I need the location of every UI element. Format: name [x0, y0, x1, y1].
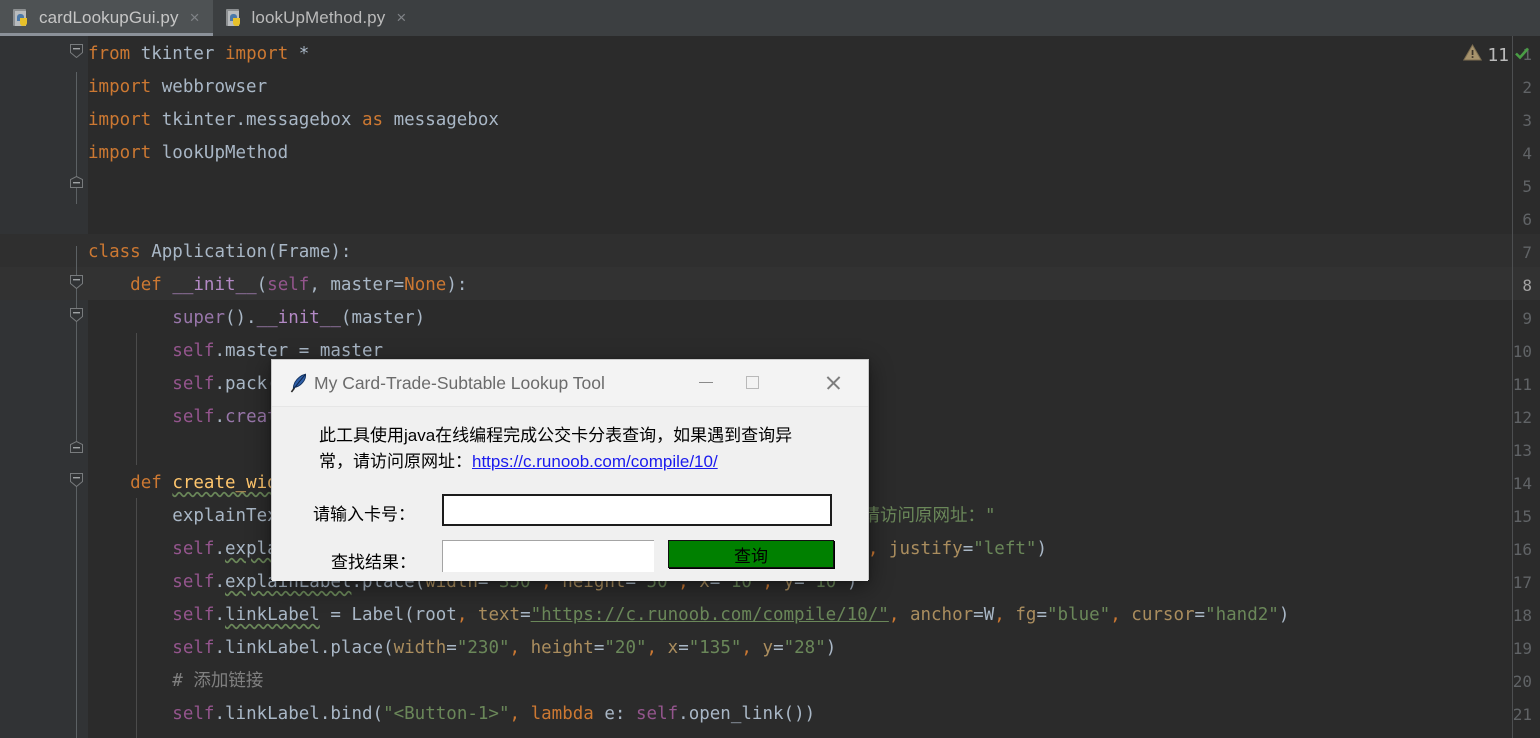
line-number: 15: [1512, 507, 1532, 526]
code-line-2[interactable]: import webbrowser: [88, 71, 267, 104]
green-check-icon[interactable]: [1514, 45, 1530, 66]
tkinter-feather-icon: [288, 372, 310, 394]
tab-cardLookupGui-py[interactable]: cardLookupGui.py ×: [0, 0, 213, 36]
warning-triangle-icon: [1463, 44, 1483, 66]
tab-close-icon[interactable]: ×: [393, 9, 409, 28]
line-number: 19: [1512, 639, 1532, 658]
editor-tab-bar: cardLookupGui.py × lookUpMethod.py ×: [0, 0, 1540, 36]
fold-marker-collapse[interactable]: [70, 473, 83, 487]
line-number: 5: [1522, 177, 1532, 196]
code-line-9[interactable]: super().__init__(master): [88, 302, 425, 335]
line-number: 3: [1522, 111, 1532, 130]
result-input[interactable]: [442, 540, 654, 572]
tab-label: lookUpMethod.py: [251, 8, 386, 27]
line-number: 10: [1512, 342, 1532, 361]
line-number: 14: [1512, 474, 1532, 493]
fold-region-line: [76, 477, 77, 738]
fold-marker-collapse[interactable]: [70, 441, 83, 454]
card-number-label: 请输入卡号：: [313, 505, 415, 524]
line-number: 21: [1512, 705, 1532, 724]
code-line-1[interactable]: from tkinter import *: [88, 38, 309, 71]
line-number: 4: [1522, 144, 1532, 163]
query-button-label: 查询: [734, 546, 768, 566]
code-line-11[interactable]: self.pack(): [88, 368, 288, 401]
code-line-19[interactable]: self.linkLabel.place(width="230", height…: [88, 632, 836, 665]
tab-lookUpMethod-py[interactable]: lookUpMethod.py ×: [213, 0, 420, 36]
line-number: 20: [1512, 672, 1532, 691]
line-number: 18: [1512, 606, 1532, 625]
close-button[interactable]: [810, 360, 856, 405]
tab-close-icon[interactable]: ×: [187, 9, 203, 28]
python-file-icon: [12, 8, 31, 28]
line-number: 13: [1512, 441, 1532, 460]
code-line-4[interactable]: import lookUpMethod: [88, 137, 288, 170]
dialog-title-bar[interactable]: My Card-Trade-Subtable Lookup Tool: [272, 360, 868, 407]
explanation-line-2: 常，请访问原网址：: [319, 452, 472, 471]
line-number: 2: [1522, 78, 1532, 97]
line-number: 12: [1512, 408, 1532, 427]
code-line-21[interactable]: self.linkLabel.bind("<Button-1>", lambda…: [88, 698, 815, 731]
ide-screenshot: cardLookupGui.py × lookUpMethod.py × 1 2…: [0, 0, 1540, 738]
line-number: 7: [1522, 243, 1532, 262]
inspection-count: 11: [1487, 44, 1509, 66]
result-label: 查找结果：: [331, 553, 416, 572]
code-line-18[interactable]: self.linkLabel = Label(root, text="https…: [88, 599, 1289, 632]
line-number-current: 8: [1522, 276, 1532, 295]
python-file-icon: [225, 8, 244, 28]
line-number: 6: [1522, 210, 1532, 229]
card-number-input[interactable]: [442, 494, 832, 526]
explanation-text: 此工具使用java在线编程完成公交卡分表查询，如果遇到查询异 常，请访问原网址：…: [319, 423, 839, 475]
explanation-line-1: 此工具使用java在线编程完成公交卡分表查询，如果遇到查询异: [319, 426, 793, 445]
code-line-3[interactable]: import tkinter.messagebox as messagebox: [88, 104, 499, 137]
maximize-button[interactable]: [729, 360, 775, 405]
line-number: 16: [1512, 540, 1532, 559]
maximize-icon: [745, 376, 759, 389]
dialog-title: My Card-Trade-Subtable Lookup Tool: [314, 373, 605, 393]
code-line-7[interactable]: class Application(Frame):: [88, 236, 351, 269]
tab-label: cardLookupGui.py: [39, 8, 179, 27]
runoob-link[interactable]: https://c.runoob.com/compile/10/: [472, 452, 718, 471]
code-line-8[interactable]: def __init__(self, master=None):: [88, 269, 467, 302]
line-number: 9: [1522, 309, 1532, 328]
code-line-20[interactable]: # 添加链接: [88, 665, 263, 698]
fold-marker-collapse[interactable]: [70, 44, 83, 58]
query-button[interactable]: 查询: [668, 540, 834, 568]
close-icon: [825, 374, 842, 391]
fold-marker-collapse[interactable]: [70, 275, 83, 289]
line-number: 17: [1512, 573, 1532, 592]
line-number: 11: [1512, 375, 1532, 394]
minimize-icon: [699, 381, 713, 384]
line-number-gutter[interactable]: [0, 36, 64, 738]
minimize-button[interactable]: [683, 360, 729, 405]
fold-marker-collapse[interactable]: [70, 308, 83, 322]
inspection-widget[interactable]: 11: [1463, 44, 1530, 66]
fold-marker-collapse[interactable]: [70, 176, 83, 189]
